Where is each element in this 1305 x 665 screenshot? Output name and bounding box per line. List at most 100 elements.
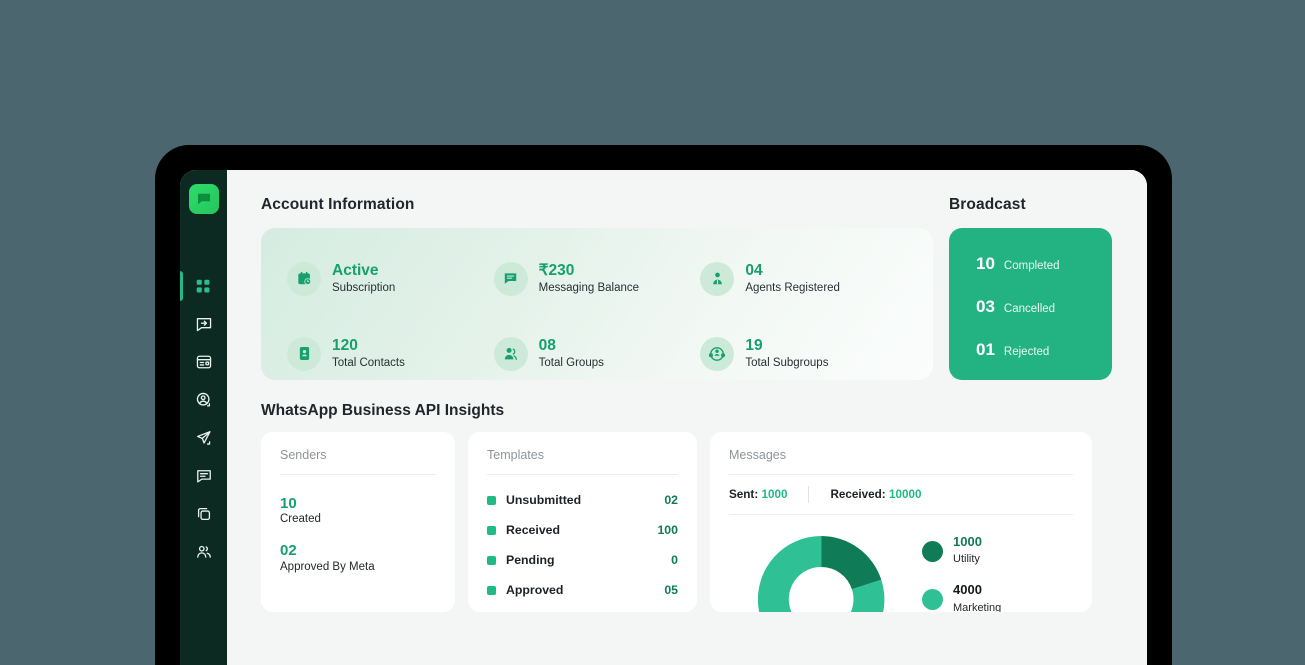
users-group-icon — [196, 545, 211, 558]
stat-value: Active — [332, 261, 379, 279]
sidebar-item-templates[interactable] — [180, 343, 227, 381]
main-content: Account Information Active Subscription … — [227, 170, 1147, 665]
page-title: Account Information — [261, 196, 415, 213]
user-circle-icon — [196, 392, 210, 407]
insights-title: WhatsApp Business API Insights — [261, 402, 505, 419]
stat-value: 08 — [538, 336, 556, 354]
sidebar-item-copy[interactable] — [180, 495, 227, 533]
calendar-clock-icon — [287, 261, 321, 296]
grid-dashboard-icon — [196, 279, 210, 292]
device-frame: Account Information Active Subscription … — [155, 145, 1172, 665]
sidebar — [180, 170, 227, 665]
templates-heading: Templates — [487, 448, 544, 462]
status-swatch-icon — [487, 525, 496, 535]
legend-item-marketing: 4000 Marketing — [922, 582, 1002, 612]
messages-stats: Sent: 1000 Received: 10000 — [729, 486, 1073, 503]
donut-slice — [821, 536, 882, 590]
sent-stat: Sent: 1000 — [729, 488, 787, 501]
stat-total-groups: 08 Total Groups — [493, 327, 701, 380]
stat-subscription: Active Subscription — [287, 252, 494, 305]
broadcast-title: Broadcast — [949, 196, 1026, 213]
stat-total-subgroups: 19 Total Subgroups — [700, 327, 907, 380]
account-information-section: Account Information Active Subscription … — [261, 196, 933, 380]
sidebar-item-broadcast[interactable] — [180, 419, 227, 457]
donut-svg — [757, 536, 885, 612]
sent-value: 1000 — [761, 488, 788, 501]
stat-label: Total Subgroups — [745, 356, 829, 369]
template-count: 100 — [657, 523, 678, 537]
template-count: 0 — [671, 553, 678, 567]
stat-total-contacts: 120 Total Contacts — [287, 327, 494, 380]
device-screen: Account Information Active Subscription … — [180, 170, 1147, 665]
sidebar-item-dashboard[interactable] — [180, 267, 227, 305]
stat-value: 120 — [332, 336, 358, 354]
stat-value: ₹230 — [538, 261, 575, 279]
broadcast-row-completed: 10 Completed — [949, 254, 1112, 274]
sidebar-item-contacts[interactable] — [180, 381, 227, 419]
broadcast-section: Broadcast 10 Completed 03 Cancelled 01 R — [949, 196, 1112, 380]
template-label: Received — [506, 523, 561, 537]
copy-layers-icon — [197, 507, 210, 521]
legend-label: Utility — [953, 553, 980, 566]
received-stat: Received: 10000 — [830, 488, 921, 501]
stat-label: Messaging Balance — [538, 281, 640, 294]
broadcast-row-rejected: 01 Rejected — [949, 340, 1112, 360]
stat-messaging-balance: ₹230 Messaging Balance — [493, 252, 701, 305]
list-item: Received 100 — [487, 523, 678, 537]
divider — [729, 474, 1073, 475]
broadcast-label: Rejected — [1003, 346, 1050, 358]
stat-label: Subscription — [332, 281, 396, 294]
sidebar-item-messages[interactable] — [180, 457, 227, 495]
messages-panel: Messages Sent: 1000 Received: 10000 1000… — [710, 432, 1092, 612]
templates-panel: Templates Unsubmitted 02 Received 100 Pe… — [468, 432, 697, 612]
template-count: 02 — [664, 493, 678, 507]
senders-item-created: 10 Created — [280, 495, 436, 525]
chart-legend: 1000 Utility 4000 Marketing — [922, 529, 1001, 612]
list-item: Unsubmitted 02 — [487, 493, 678, 507]
chat-forward-icon — [196, 318, 211, 332]
broadcast-row-cancelled: 03 Cancelled — [949, 297, 1112, 317]
stat-value: 04 — [745, 261, 763, 279]
template-count: 05 — [664, 583, 678, 597]
broadcast-count: 03 — [976, 297, 995, 316]
chat-bubble-logo-icon[interactable] — [188, 184, 219, 214]
senders-value: 10 — [280, 495, 297, 512]
paper-plane-icon — [196, 431, 211, 445]
list-item: Pending 0 — [487, 553, 678, 567]
insights-panels: Senders 10 Created 02 Approved By Meta T… — [261, 432, 1147, 612]
template-label: Approved — [506, 583, 564, 597]
window-list-icon — [196, 355, 211, 369]
divider — [729, 514, 1073, 515]
top-row: Account Information Active Subscription … — [261, 196, 1147, 380]
messages-chart-area: 1000 Utility 4000 Marketing — [729, 529, 1073, 612]
divider — [808, 486, 810, 503]
legend-label: Marketing — [953, 601, 1002, 612]
divider — [280, 474, 436, 475]
templates-list: Unsubmitted 02 Received 100 Pending 0 Ap… — [487, 493, 678, 597]
agent-badge-icon — [700, 261, 735, 296]
received-value: 10000 — [888, 488, 922, 501]
template-label: Unsubmitted — [506, 493, 582, 507]
stat-label: Total Groups — [538, 356, 604, 369]
legend-item-utility: 1000 Utility — [922, 534, 1001, 567]
sidebar-nav-list — [180, 267, 227, 571]
sent-label: Sent: — [729, 488, 759, 501]
template-label: Pending — [506, 553, 555, 567]
sidebar-item-agents[interactable] — [180, 533, 227, 571]
chat-balance-icon — [493, 261, 528, 296]
subgroup-network-icon — [700, 336, 735, 371]
received-label: Received: — [830, 488, 886, 501]
senders-panel: Senders 10 Created 02 Approved By Meta — [261, 432, 455, 612]
status-swatch-icon — [487, 585, 496, 595]
broadcast-count: 10 — [976, 254, 995, 273]
broadcast-card: 10 Completed 03 Cancelled 01 Rejected — [949, 228, 1112, 380]
broadcast-count: 01 — [976, 340, 995, 359]
stat-agents-registered: 04 Agents Registered — [700, 252, 907, 305]
senders-label: Created — [280, 513, 321, 526]
user-group-icon — [493, 336, 528, 371]
status-swatch-icon — [487, 555, 496, 565]
senders-label: Approved By Meta — [280, 560, 375, 573]
senders-item-approved: 02 Approved By Meta — [280, 542, 436, 572]
sidebar-item-chats[interactable] — [180, 305, 227, 343]
broadcast-label: Cancelled — [1003, 303, 1056, 315]
